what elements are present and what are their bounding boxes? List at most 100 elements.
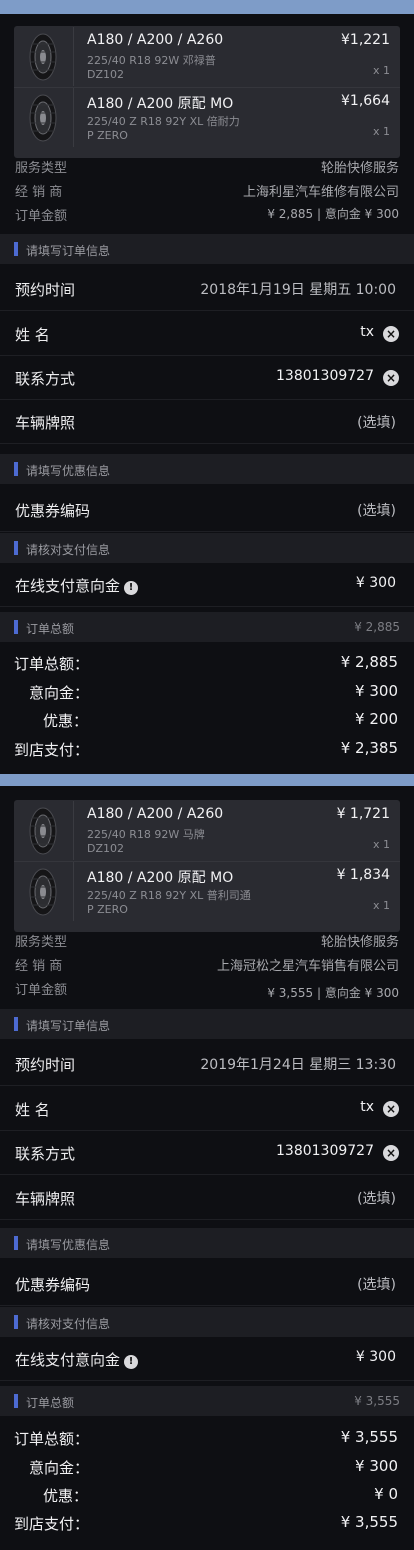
name-field[interactable]: tx <box>360 324 374 340</box>
name-label: 姓 名 <box>15 326 50 344</box>
product-qty: x 1 <box>372 899 390 912</box>
close-circle-icon[interactable]: × <box>383 1145 399 1161</box>
summary-discount-row: 优惠： ¥ 0 <box>0 1481 414 1507</box>
product-item[interactable]: A180 / A200 原配 MO 225/40 Z R18 92Y XL 倍耐… <box>14 87 400 147</box>
section-total-value: ¥ 2,885 <box>354 620 400 634</box>
section-header-payment: 请核对支付信息 <box>0 1307 414 1337</box>
product-qty: x 1 <box>372 64 390 77</box>
plate-row: 车辆牌照 (选填) <box>0 1176 414 1220</box>
coupon-row: 优惠券编码 (选填) <box>0 1262 414 1306</box>
coupon-field[interactable]: (选填) <box>357 500 396 520</box>
summary-discount-value: ¥ 0 <box>374 1485 398 1503</box>
summary-instore-row: 到店支付： ¥ 2,385 <box>0 735 414 761</box>
coupon-row: 优惠券编码 (选填) <box>0 488 414 532</box>
appointment-label: 预约时间 <box>15 1056 76 1074</box>
plate-label: 车辆牌照 <box>15 414 76 432</box>
dealer-row: 经 销 商 上海冠松之星汽车销售有限公司 <box>0 952 414 974</box>
service-type-row: 服务类型 轮胎快修服务 <box>0 928 414 950</box>
section-header-coupon: 请填写优惠信息 <box>0 454 414 484</box>
product-item[interactable]: A180 / A200 / A260 225/40 R18 92W 邓禄普 DZ… <box>14 27 400 86</box>
summary-total-row: 订单总额： ¥ 3,555 <box>0 1424 414 1450</box>
summary-total-value: ¥ 3,555 <box>340 1428 398 1446</box>
plate-field[interactable]: (选填) <box>357 412 396 432</box>
section-header-payment: 请核对支付信息 <box>0 533 414 563</box>
product-price: ¥1,664 <box>341 93 390 109</box>
order-amount-row: 订单金额 ¥ 2,885 | 意向金 ¥ 300 <box>0 202 414 224</box>
close-circle-icon[interactable]: × <box>383 1101 399 1117</box>
tire-icon <box>28 93 58 143</box>
section-marker <box>14 1315 18 1329</box>
summary-deposit-label: 意向金： <box>29 1459 90 1477</box>
section-title: 请填写订单信息 <box>26 1019 111 1033</box>
summary-total-value: ¥ 2,885 <box>340 653 398 671</box>
section-title: 请核对支付信息 <box>26 1317 111 1331</box>
online-deposit-label: 在线支付意向金! <box>15 1349 139 1370</box>
summary-instore-value: ¥ 3,555 <box>340 1513 398 1531</box>
order-amount-label: 订单金额 <box>15 209 68 224</box>
summary-discount-row: 优惠： ¥ 200 <box>0 706 414 732</box>
product-separator <box>73 862 74 921</box>
close-circle-icon[interactable]: × <box>383 370 399 386</box>
plate-field[interactable]: (选填) <box>357 1188 396 1208</box>
top-banner <box>0 0 414 14</box>
online-deposit-row: 在线支付意向金! ¥ 300 <box>0 1337 414 1381</box>
product-qty: x 1 <box>372 838 390 851</box>
online-deposit-row: 在线支付意向金! ¥ 300 <box>0 563 414 607</box>
dealer-row: 经 销 商 上海利星汽车维修有限公司 <box>0 178 414 200</box>
dealer-value: 上海冠松之星汽车销售有限公司 <box>216 959 399 974</box>
appointment-label: 预约时间 <box>15 281 76 299</box>
product-pattern: P ZERO <box>87 903 128 916</box>
section-title: 订单总额 <box>26 622 75 636</box>
coupon-field[interactable]: (选填) <box>357 1274 396 1294</box>
online-deposit-text: 在线支付意向金 <box>15 1351 121 1369</box>
close-circle-icon[interactable]: × <box>383 326 399 342</box>
product-price: ¥ 1,834 <box>336 867 390 883</box>
product-pattern: DZ102 <box>87 68 125 81</box>
summary-instore-label: 到店支付： <box>14 741 90 759</box>
phone-field[interactable]: 13801309727 <box>276 1143 374 1159</box>
section-header-coupon: 请填写优惠信息 <box>0 1228 414 1258</box>
summary-total-row: 订单总额： ¥ 2,885 <box>0 649 414 675</box>
info-circle-icon[interactable]: ! <box>124 1355 139 1369</box>
service-type-label: 服务类型 <box>15 935 68 950</box>
name-label: 姓 名 <box>15 1101 50 1119</box>
section-header-total: 订单总额 ¥ 2,885 <box>0 612 414 642</box>
appointment-time-row[interactable]: 预约时间 2019年1月24日 星期三 13:30 <box>0 1042 414 1086</box>
product-qty: x 1 <box>372 125 390 138</box>
contact-label: 联系方式 <box>15 370 76 388</box>
section-marker <box>14 1394 18 1408</box>
tire-icon <box>28 806 58 856</box>
product-spec: 225/40 Z R18 92Y XL 普利司通 <box>87 889 251 902</box>
product-list: A180 / A200 / A260 225/40 R18 92W 邓禄普 DZ… <box>14 26 400 158</box>
section-marker <box>14 620 18 634</box>
section-total-value: ¥ 3,555 <box>354 1394 400 1408</box>
summary-deposit-value: ¥ 300 <box>355 1457 398 1475</box>
order-amount-row: 订单金额 ¥ 3,555 | 意向金 ¥ 300 <box>0 976 414 1000</box>
name-field[interactable]: tx <box>360 1099 374 1115</box>
appointment-value[interactable]: 2018年1月19日 星期五 10:00 <box>200 279 396 299</box>
product-item[interactable]: A180 / A200 / A260 225/40 R18 92W 马牌 DZ1… <box>14 801 400 860</box>
product-item[interactable]: A180 / A200 原配 MO 225/40 Z R18 92Y XL 普利… <box>14 861 400 921</box>
order-card: A180 / A200 / A260 225/40 R18 92W 马牌 DZ1… <box>0 786 414 1550</box>
appointment-value[interactable]: 2019年1月24日 星期三 13:30 <box>200 1054 396 1074</box>
summary-discount-label: 优惠： <box>43 712 89 730</box>
section-marker <box>14 541 18 555</box>
order-amount-label: 订单金额 <box>15 983 68 998</box>
summary-deposit-label: 意向金： <box>29 684 90 702</box>
order-card: A180 / A200 / A260 225/40 R18 92W 邓禄普 DZ… <box>0 14 414 774</box>
phone-field[interactable]: 13801309727 <box>276 368 374 384</box>
product-separator <box>73 88 74 147</box>
service-type-label: 服务类型 <box>15 161 68 176</box>
summary-instore-row: 到店支付： ¥ 3,555 <box>0 1509 414 1535</box>
coupon-label: 优惠券编码 <box>15 502 91 520</box>
order-amount-value: ¥ 2,885 | 意向金 ¥ 300 <box>267 207 399 221</box>
info-circle-icon[interactable]: ! <box>124 581 139 595</box>
online-deposit-text: 在线支付意向金 <box>15 577 121 595</box>
section-marker <box>14 1236 18 1250</box>
product-separator <box>73 801 74 860</box>
contact-label: 联系方式 <box>15 1145 76 1163</box>
appointment-time-row[interactable]: 预约时间 2018年1月19日 星期五 10:00 <box>0 267 414 311</box>
plate-label: 车辆牌照 <box>15 1190 76 1208</box>
summary-instore-label: 到店支付： <box>14 1515 90 1533</box>
product-spec: 225/40 R18 92W 马牌 <box>87 828 205 841</box>
